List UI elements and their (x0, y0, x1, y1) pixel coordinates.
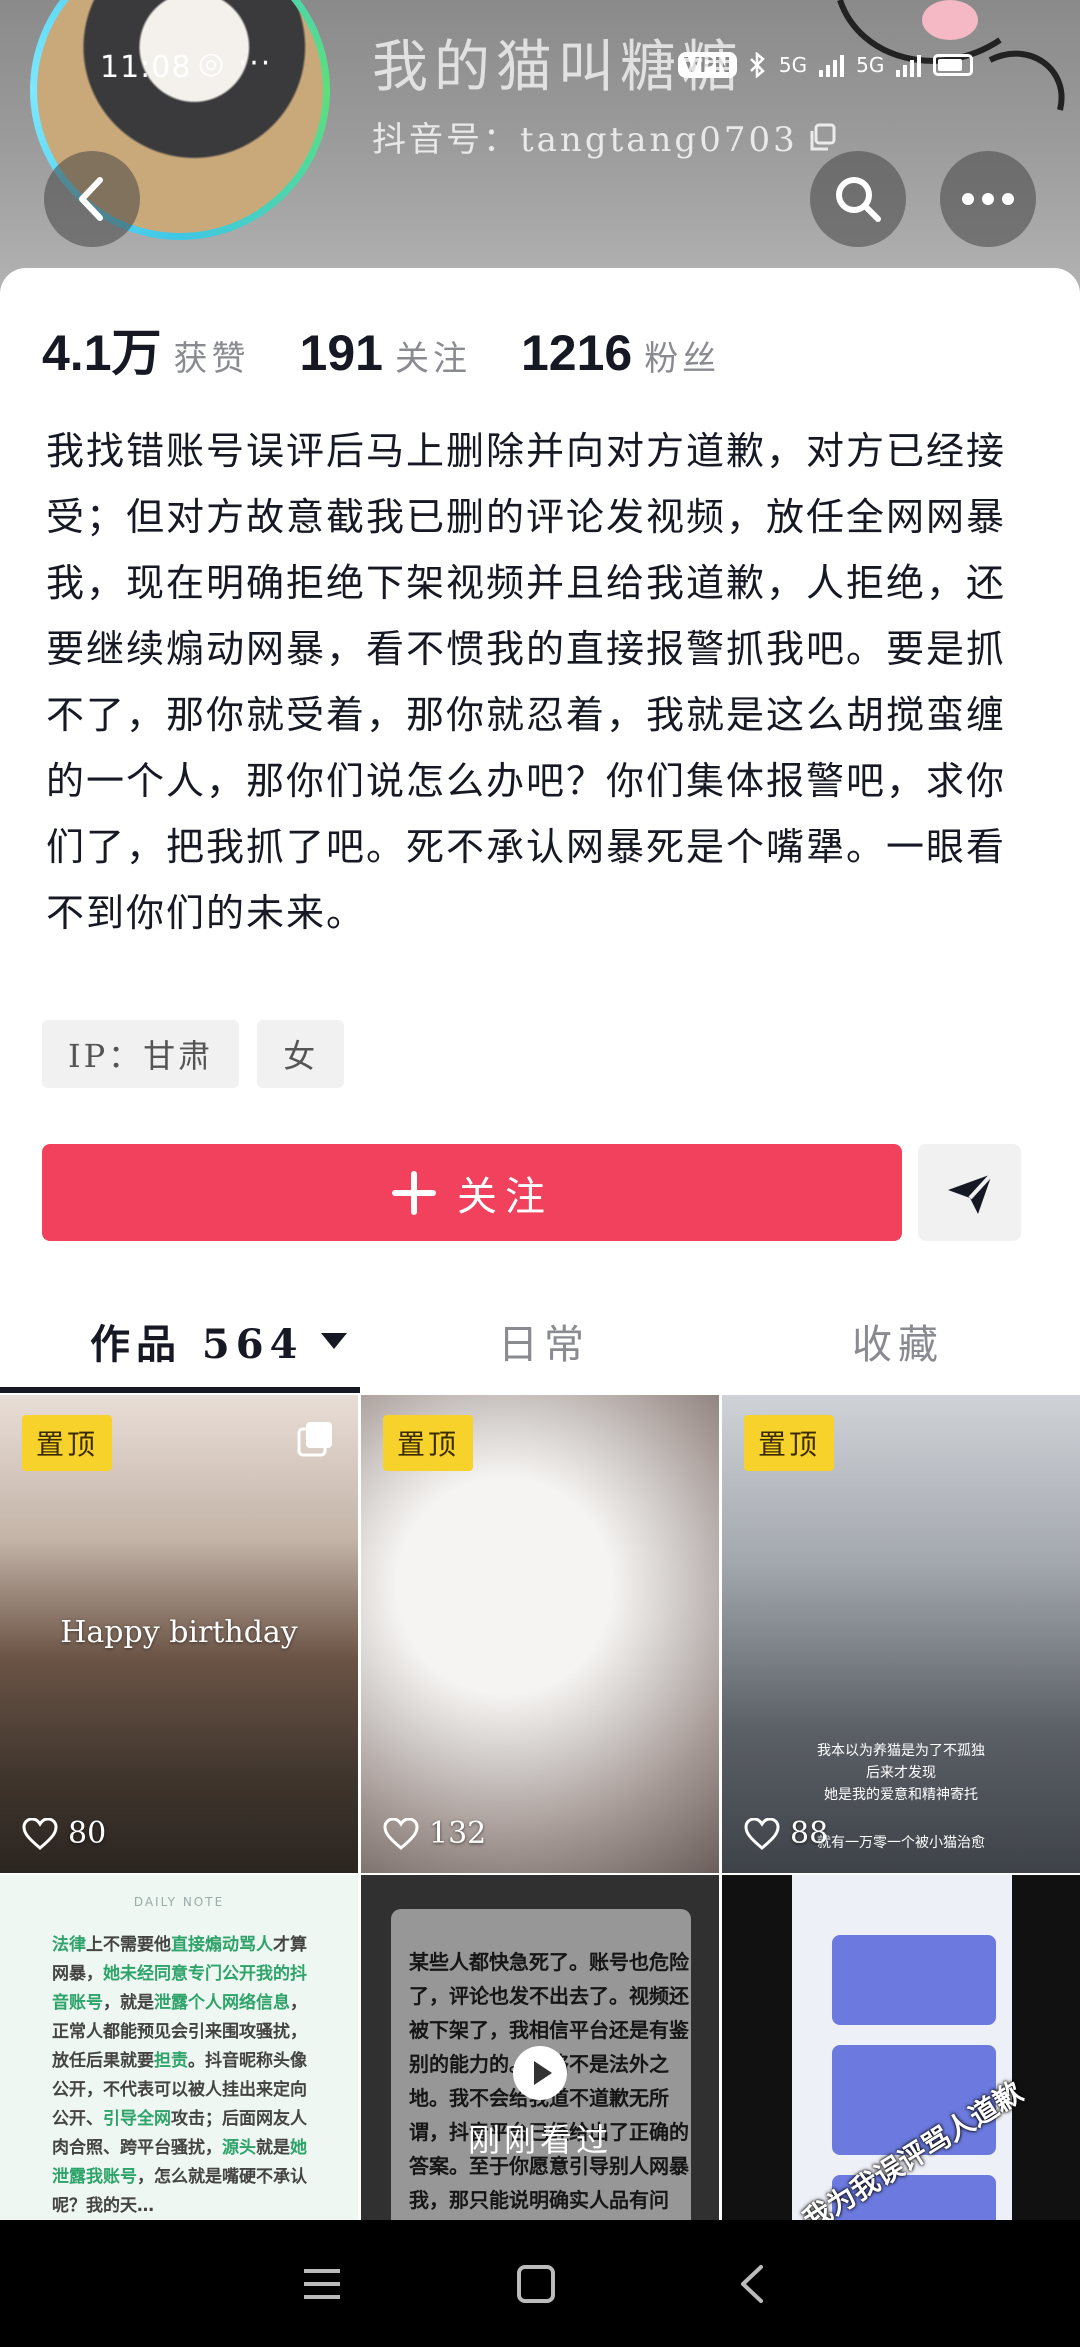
stat-following-label: 关注 (394, 339, 471, 379)
stat-followers-value: 1216 (520, 325, 633, 381)
menu-button[interactable] (262, 2220, 382, 2347)
recently-watched-label: 刚刚看过 (467, 2121, 612, 2159)
share-button[interactable] (918, 1144, 1021, 1241)
tab-works[interactable]: 作品 564 (90, 1288, 349, 1393)
pinned-badge: 置顶 (22, 1415, 113, 1471)
stat-followers-label: 粉丝 (644, 339, 721, 379)
video-caption: Happy birthday (60, 1615, 298, 1650)
menu-icon (304, 2268, 340, 2299)
note-text-part: 引导全网 (103, 2109, 171, 2129)
note-text-part: 源头 (222, 2138, 256, 2158)
subtitle-line: 我本以为养猫是为了不孤独 (817, 1743, 985, 1759)
note-text-part: 上不需要他 (86, 1935, 171, 1955)
heart-icon (744, 1817, 780, 1850)
status-indicator: ◎ ··· (198, 46, 273, 81)
video-likes: 88 (744, 1816, 828, 1851)
note-text-part: 就是 (256, 2138, 290, 2158)
tag-gender: 女 (257, 1020, 345, 1088)
video-likes-count: 88 (790, 1816, 829, 1851)
heart-icon (383, 1817, 419, 1850)
video-thumbnail[interactable]: 置顶 我本以为养猫是为了不孤独 后来才发现 她是我的爱意和精神寄托 就有一万零一… (722, 1395, 1080, 1873)
tab-works-label: 作品 564 (90, 1320, 304, 1368)
douyin-id: 抖音号：tangtang0703 (372, 112, 838, 161)
note-text: 法律上不需要他直接煽动骂人才算网暴，她未经同意专门公开我的抖音账号，就是泄露个人… (52, 1931, 322, 2221)
profile-tags: IP：甘肃 女 (42, 1020, 345, 1088)
back-button[interactable] (44, 151, 140, 247)
home-square-icon (517, 2264, 555, 2303)
video-likes-count: 80 (68, 1816, 107, 1851)
signal-icon-2 (896, 53, 922, 77)
subtitle-line: 后来才发现 (866, 1765, 936, 1781)
tab-daily[interactable]: 日常 (498, 1288, 590, 1393)
subtitle-line: 她是我的爱意和精神寄托 (824, 1787, 978, 1803)
more-dots-icon (962, 193, 1014, 205)
video-thumbnail[interactable]: 置顶 132 (361, 1395, 719, 1873)
profile-bio: 我找错账号误评后马上删除并向对方道歉，对方已经接受；但对方故意截我已删的评论发视… (46, 429, 1007, 935)
note-text-part: ，就是 (103, 1993, 154, 2013)
video-likes-count: 132 (429, 1816, 487, 1851)
profile-nickname: 我的猫叫糖糖 (372, 35, 744, 100)
network-type-2: 5G (856, 53, 885, 77)
content-tabs: 作品 564 日常 收藏 (0, 1288, 1080, 1393)
stat-followers[interactable]: 1216 粉丝 (521, 324, 720, 382)
send-icon (947, 1172, 993, 1214)
nav-back-button[interactable] (692, 2220, 812, 2347)
search-icon (836, 177, 881, 222)
caret-down-icon (321, 1332, 348, 1349)
plus-icon (392, 1170, 436, 1215)
note-text-part: 担责 (154, 2051, 188, 2071)
follow-button[interactable]: 关注 (42, 1144, 902, 1241)
home-button[interactable] (476, 2220, 596, 2347)
video-likes: 132 (383, 1816, 486, 1851)
note-text-part: 泄露个人网络信息 (154, 1993, 290, 2013)
back-arrow-icon (741, 2264, 763, 2303)
heart-icon (22, 1817, 58, 1850)
video-likes: 80 (22, 1816, 106, 1851)
note-header: DAILY NOTE (133, 1895, 225, 1909)
video-grid: 置顶 Happy birthday 80 置顶 132 置顶 我本以为养猫是为了… (0, 1395, 1080, 2347)
stat-likes-label: 获赞 (173, 339, 250, 379)
stat-likes[interactable]: 4.1万 获赞 (42, 313, 250, 385)
note-text-part: 直接煽动骂人 (171, 1935, 273, 1955)
play-icon (513, 2046, 567, 2100)
copy-icon[interactable] (808, 122, 838, 152)
stat-following[interactable]: 191 关注 (300, 324, 471, 382)
video-thumbnail[interactable]: 置顶 Happy birthday 80 (0, 1395, 358, 1873)
more-button[interactable] (940, 151, 1036, 247)
douyin-id-text: 抖音号：tangtang0703 (372, 120, 798, 160)
tab-favorites[interactable]: 收藏 (852, 1288, 944, 1393)
profile-header: 11:08 ◎ ··· VPN 5G 5G 我的猫叫糖糖 抖音号：tangtan… (0, 0, 1080, 300)
network-type-1: 5G (778, 53, 808, 77)
pinned-badge: 置顶 (744, 1415, 835, 1471)
chevron-left-icon (79, 177, 103, 221)
note-text-part: 法律 (52, 1935, 86, 1955)
tag-ip-location: IP：甘肃 (42, 1020, 240, 1088)
stat-following-value: 191 (299, 325, 383, 381)
system-navigation-bar (0, 2220, 1080, 2347)
tab-indicator (0, 1387, 360, 1393)
profile-stats: 4.1万 获赞 191 关注 1216 粉丝 (42, 313, 770, 383)
stat-likes-value: 4.1万 (42, 325, 162, 381)
signal-icon (819, 53, 845, 77)
multi-image-icon (297, 1422, 332, 1457)
status-time: 11:08 (100, 50, 192, 85)
follow-button-label: 关注 (457, 1173, 553, 1220)
search-button[interactable] (810, 151, 906, 247)
battery-icon (933, 54, 974, 76)
pinned-badge: 置顶 (383, 1415, 474, 1471)
bluetooth-icon (749, 52, 765, 78)
